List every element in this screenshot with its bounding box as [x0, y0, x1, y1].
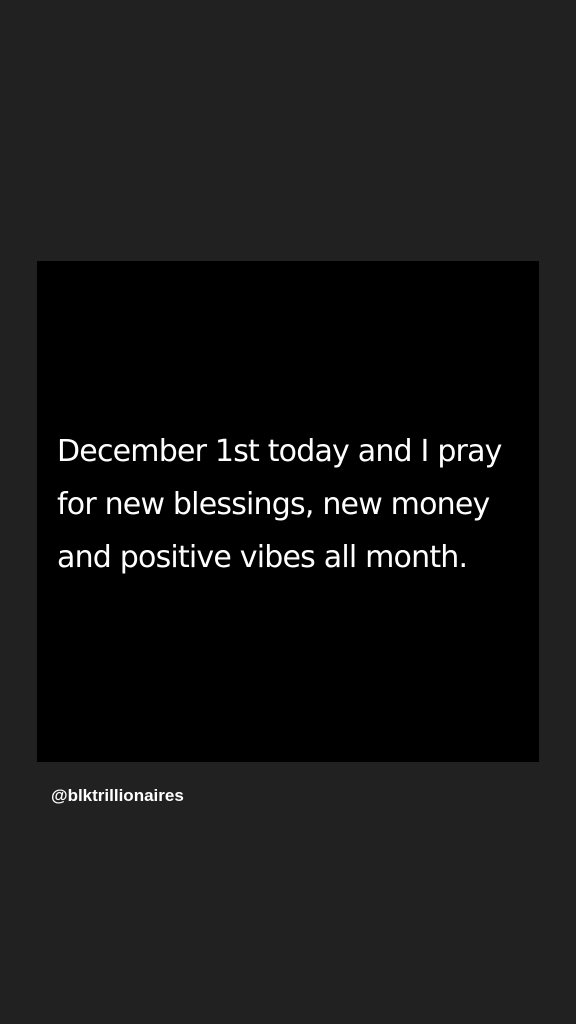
- quote-line-2: for new blessings, new money: [57, 487, 490, 522]
- mention-sticker[interactable]: @blktrillionaires: [51, 785, 184, 807]
- quote-text: December 1st today and I pray for new bl…: [57, 425, 527, 584]
- story-frame: December 1st today and I pray for new bl…: [0, 0, 576, 1024]
- quote-post-card: December 1st today and I pray for new bl…: [37, 261, 539, 762]
- quote-line-1: December 1st today and I pray: [57, 434, 502, 469]
- quote-line-3: and positive vibes all month.: [57, 540, 468, 575]
